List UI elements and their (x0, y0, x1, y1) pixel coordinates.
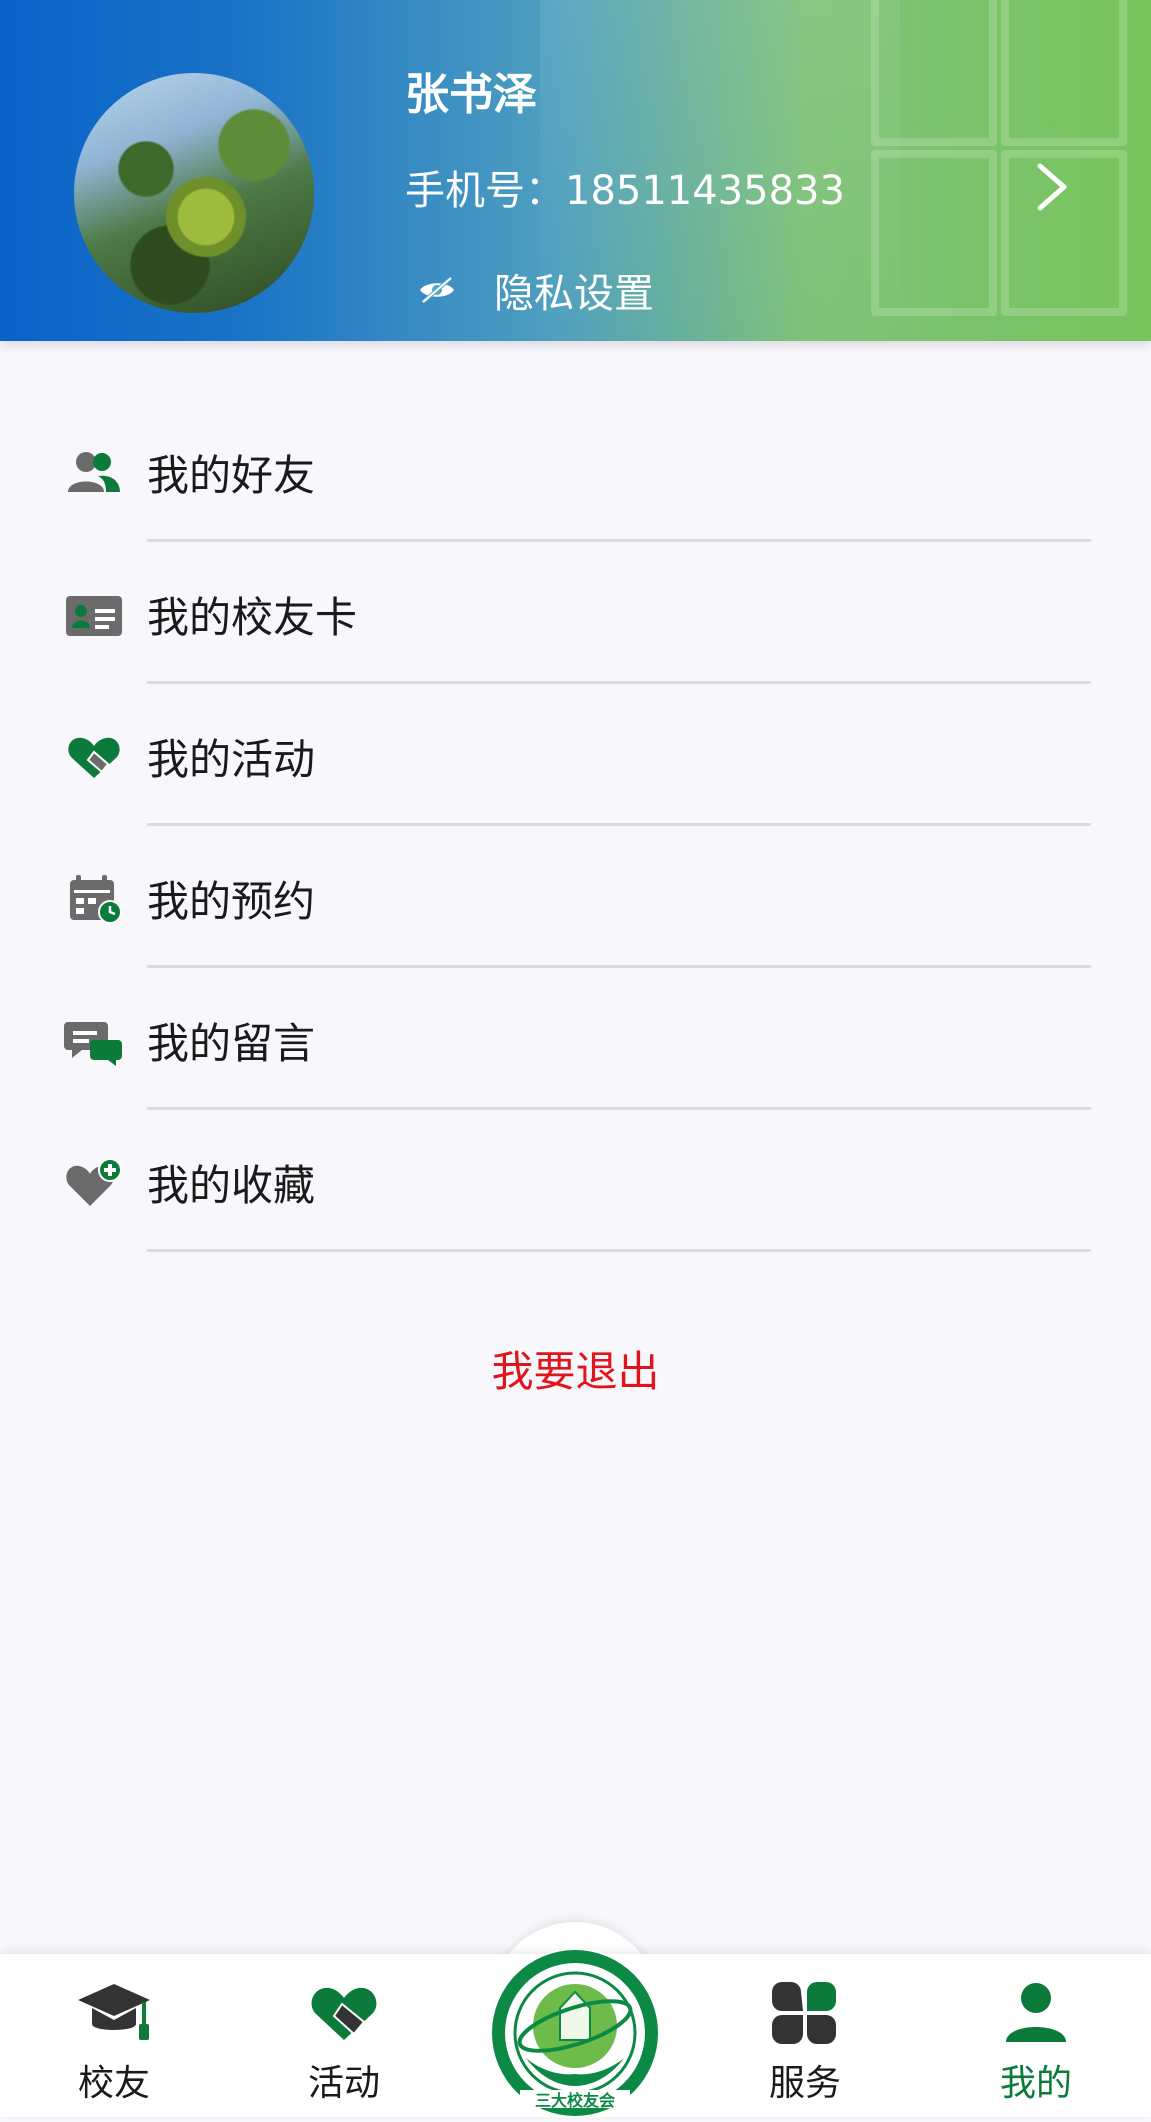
menu-item-label: 我的活动 (147, 735, 316, 784)
logout-button[interactable]: 我要退出 (0, 1338, 1151, 1399)
alumni-association-logo: 三大校友会 (492, 1950, 658, 2116)
handshake-heart-icon (68, 737, 120, 778)
tab-label: 我的 (999, 2063, 1072, 2104)
tab-center-logo[interactable]: 三大校友会 (490, 1948, 660, 2118)
phone-number: 手机号：18511435833 (405, 158, 845, 216)
calendar-clock-icon (70, 875, 122, 924)
menu-item-activities[interactable]: 我的活动 (0, 684, 1151, 826)
user-icon (1006, 1983, 1066, 2042)
tab-me[interactable]: 我的 (956, 1954, 1116, 2117)
profile-menu: 我的好友 我的校友卡 我的活动 我的预约 我的留言 我的收藏 (0, 400, 1151, 1252)
header-background-window (871, 0, 1131, 320)
privacy-settings-label: 隐私设置 (494, 271, 654, 317)
graduation-cap-icon (78, 1984, 150, 2040)
menu-item-label: 我的收藏 (147, 1161, 316, 1210)
avatar[interactable] (74, 73, 314, 313)
user-name: 张书泽 (405, 69, 537, 120)
tab-alumni[interactable]: 校友 (34, 1954, 194, 2117)
chevron-right-icon[interactable] (1032, 160, 1072, 214)
tab-services[interactable]: 服务 (725, 1954, 885, 2117)
menu-item-label: 我的好友 (147, 451, 316, 500)
menu-item-label: 我的预约 (147, 877, 316, 926)
tab-label: 活动 (307, 2063, 380, 2104)
phone-value: 18511435833 (565, 168, 845, 214)
clover-icon (772, 1982, 836, 2044)
heart-plus-icon (66, 1158, 122, 1206)
menu-item-reservations[interactable]: 我的预约 (0, 826, 1151, 968)
menu-item-label: 我的留言 (147, 1019, 316, 1068)
tab-label: 服务 (768, 2063, 841, 2104)
chat-bubbles-icon (64, 1022, 122, 1066)
menu-item-label: 我的校友卡 (147, 593, 358, 642)
profile-header[interactable]: 张书泽 手机号：18511435833 隐私设置 (0, 0, 1151, 341)
center-logo-text: 三大校友会 (535, 2091, 615, 2110)
menu-item-alumni-card[interactable]: 我的校友卡 (0, 542, 1151, 684)
privacy-settings-button[interactable]: 隐私设置 (418, 262, 654, 318)
handshake-heart-icon (311, 1987, 377, 2040)
id-card-icon (66, 596, 122, 636)
tab-label: 校友 (77, 2063, 150, 2104)
divider (147, 1249, 1091, 1252)
friends-icon (68, 452, 120, 492)
menu-item-friends[interactable]: 我的好友 (0, 400, 1151, 542)
phone-label: 手机号： (405, 168, 565, 214)
menu-item-messages[interactable]: 我的留言 (0, 968, 1151, 1110)
eye-off-icon (420, 276, 454, 304)
menu-item-favorites[interactable]: 我的收藏 (0, 1110, 1151, 1252)
tab-activities[interactable]: 活动 (264, 1954, 424, 2117)
